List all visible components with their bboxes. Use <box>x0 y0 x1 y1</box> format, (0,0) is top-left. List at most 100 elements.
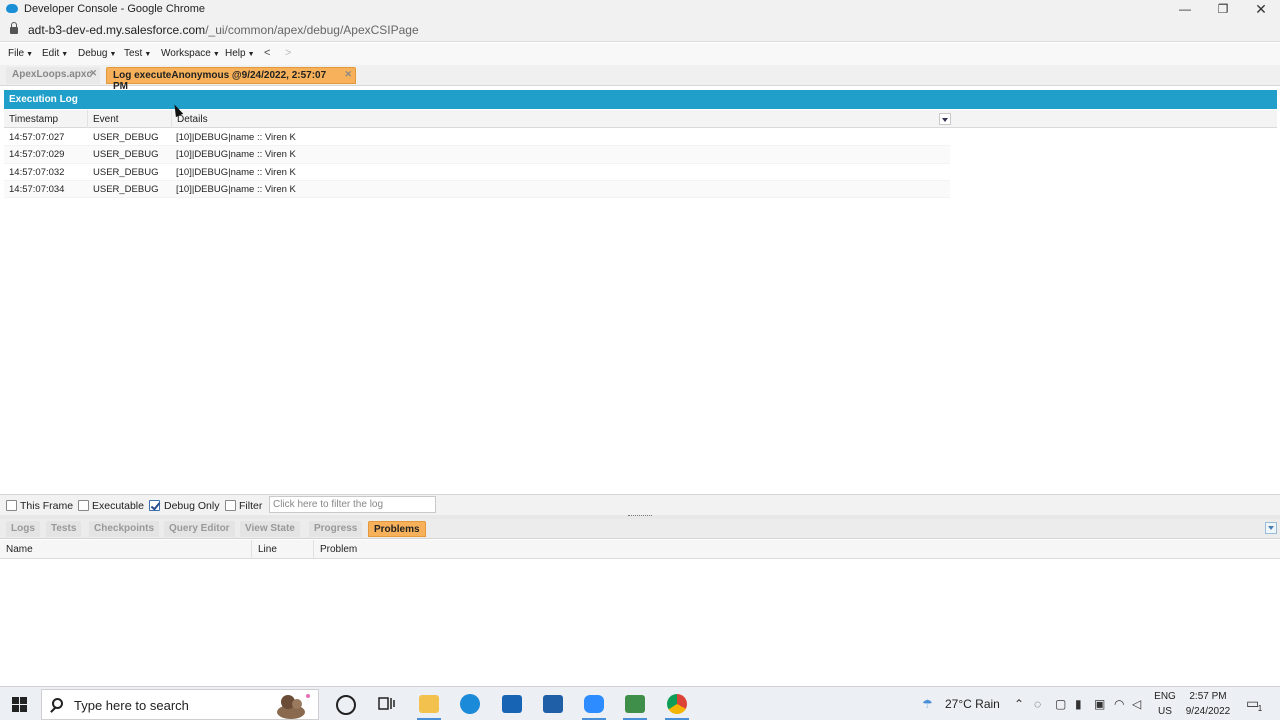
search-highlight-illustration-icon <box>277 694 310 719</box>
task-view-icon[interactable] <box>377 695 397 713</box>
windows-start-icon[interactable] <box>12 697 27 712</box>
menu-test[interactable]: Test ▼ <box>124 48 151 59</box>
menu-workspace[interactable]: Workspace ▼ <box>161 48 220 59</box>
filter-checkbox[interactable] <box>225 500 236 511</box>
table-row[interactable]: 14:57:07:034 USER_DEBUG [10]|DEBUG|name … <box>4 180 950 199</box>
region-indicator[interactable]: US <box>1150 706 1180 717</box>
browser-title-bar: Developer Console - Google Chrome — ❐ ✕ <box>0 0 1280 20</box>
tab-tests[interactable]: Tests <box>46 521 82 537</box>
menu-workspace-label: Workspace <box>161 48 211 59</box>
cell-event: USER_DEBUG <box>93 149 159 161</box>
cell-timestamp: 14:57:07:027 <box>9 132 65 143</box>
menu-debug-label: Debug <box>78 48 108 59</box>
splitter-grip-icon[interactable] <box>628 515 652 518</box>
executable-label: Executable <box>92 500 144 512</box>
collapse-panel-icon[interactable] <box>1265 522 1277 534</box>
cell-timestamp: 14:57:07:034 <box>9 183 65 195</box>
column-event[interactable]: Event <box>88 110 172 128</box>
menu-debug[interactable]: Debug ▼ <box>78 48 116 59</box>
filter-log-input[interactable]: Click here to filter the log <box>269 496 436 513</box>
wifi-icon[interactable]: ◠ <box>1114 697 1124 711</box>
close-window-button[interactable]: ✕ <box>1242 0 1280 20</box>
chevron-down-icon: ▼ <box>26 51 34 58</box>
device-icon[interactable]: ▢ <box>1055 697 1066 711</box>
menu-help[interactable]: Help ▼ <box>225 48 255 59</box>
clock-date[interactable]: 9/24/2022 <box>1180 706 1236 717</box>
tab-logs[interactable]: Logs <box>6 521 40 537</box>
nav-back-button[interactable]: < <box>264 47 270 59</box>
minimize-button[interactable]: — <box>1166 0 1204 20</box>
tab-view-state[interactable]: View State <box>240 521 300 537</box>
chevron-down-icon: ▼ <box>247 51 255 58</box>
cell-timestamp: 14:57:07:032 <box>9 166 65 178</box>
menu-edit[interactable]: Edit ▼ <box>42 48 68 59</box>
edge-icon[interactable] <box>460 694 480 714</box>
zoom-icon[interactable] <box>584 695 604 713</box>
language-indicator[interactable]: ENG <box>1150 691 1180 702</box>
tab-execute-anonymous-log[interactable]: Log executeAnonymous @9/24/2022, 2:57:07… <box>106 67 356 92</box>
column-details[interactable]: Details <box>172 110 952 128</box>
cell-details: [10]|DEBUG|name :: Viren K <box>176 183 296 195</box>
menu-help-label: Help <box>225 48 246 59</box>
chevron-down-icon: ▼ <box>144 51 152 58</box>
column-problem[interactable]: Problem <box>314 540 614 559</box>
debug-only-checkbox[interactable] <box>149 500 160 511</box>
log-rows: 14:57:07:027 USER_DEBUG [10]|DEBUG|name … <box>4 129 950 199</box>
microsoft-store-icon[interactable] <box>543 695 563 713</box>
tab-label: Log executeAnonymous @9/24/2022, 2:57:07… <box>113 70 327 92</box>
column-timestamp[interactable]: Timestamp <box>4 110 88 128</box>
window-title: Developer Console - Google Chrome <box>24 3 205 15</box>
table-row[interactable]: 14:57:07:027 USER_DEBUG [10]|DEBUG|name … <box>4 129 950 147</box>
tab-label: ApexLoops.apxc <box>12 69 93 80</box>
tab-progress[interactable]: Progress <box>309 521 363 537</box>
mail-icon[interactable] <box>502 695 522 713</box>
file-explorer-icon[interactable] <box>419 695 439 713</box>
clock-time[interactable]: 2:57 PM <box>1180 691 1236 702</box>
nav-forward-button[interactable]: > <box>285 47 291 59</box>
url-text[interactable]: adt-b3-dev-ed.my.salesforce.com/_ui/comm… <box>28 23 419 37</box>
network-status-icon[interactable]: ◌ <box>1034 697 1041 711</box>
windows-taskbar: Type here to search ☂ 27°C Rain ⌃ ◌ ▢ ▮ … <box>0 686 1280 720</box>
chevron-down-icon: ▼ <box>109 51 117 58</box>
lock-icon[interactable] <box>10 22 18 35</box>
address-bar[interactable]: adt-b3-dev-ed.my.salesforce.com/_ui/comm… <box>0 20 1280 42</box>
maximize-button[interactable]: ❐ <box>1204 0 1242 20</box>
menu-bar: File ▼ Edit ▼ Debug ▼ Test ▼ Workspace ▼ Help… <box>0 43 1280 65</box>
tab-apexloops[interactable]: ApexLoops.apxc ✕ <box>6 67 100 84</box>
chrome-icon[interactable] <box>667 694 687 714</box>
url-path: /_ui/common/apex/debug/ApexCSIPage <box>205 23 419 37</box>
notification-count: 1 <box>1257 704 1263 713</box>
bottom-panel-tabs: Logs Tests Checkpoints Query Editor View… <box>0 519 1280 539</box>
menu-test-label: Test <box>124 48 143 59</box>
taskbar-search-placeholder: Type here to search <box>74 698 189 713</box>
table-row[interactable]: 14:57:07:029 USER_DEBUG [10]|DEBUG|name … <box>4 146 950 164</box>
close-tab-icon[interactable]: ✕ <box>344 69 352 80</box>
cortana-icon[interactable] <box>336 695 356 715</box>
menu-file[interactable]: File ▼ <box>8 48 33 59</box>
show-hidden-icons-icon[interactable]: ⌃ <box>1014 697 1024 711</box>
this-frame-checkbox[interactable] <box>6 500 17 511</box>
close-tab-icon[interactable]: ✕ <box>89 68 97 79</box>
speaker-icon[interactable]: ◁ <box>1132 697 1141 711</box>
editor-tab-bar: ApexLoops.apxc ✕ Log executeAnonymous @9… <box>0 65 1280 92</box>
executable-checkbox[interactable] <box>78 500 89 511</box>
column-menu-icon[interactable] <box>939 113 951 125</box>
weather-text[interactable]: 27°C Rain <box>945 697 1000 711</box>
log-grid-header: Timestamp Event Details <box>4 110 1277 128</box>
table-row[interactable]: 14:57:07:032 USER_DEBUG [10]|DEBUG|name … <box>4 164 950 181</box>
tab-checkpoints[interactable]: Checkpoints <box>89 521 160 537</box>
column-name[interactable]: Name <box>0 540 252 559</box>
tab-problems[interactable]: Problems <box>368 521 426 537</box>
menu-file-label: File <box>8 48 25 59</box>
column-line[interactable]: Line <box>252 540 314 559</box>
cell-event: USER_DEBUG <box>93 132 159 143</box>
chevron-down-icon: ▼ <box>212 51 220 58</box>
image-editor-icon[interactable] <box>625 695 645 713</box>
tab-query-editor[interactable]: Query Editor <box>164 521 235 537</box>
display-icon[interactable]: ▣ <box>1094 697 1105 711</box>
taskbar-search-box[interactable]: Type here to search <box>41 689 319 720</box>
rain-weather-icon[interactable]: ☂ <box>922 697 933 711</box>
debug-only-label: Debug Only <box>164 500 220 512</box>
microphone-icon[interactable]: ▮ <box>1075 697 1082 711</box>
filter-label: Filter <box>239 500 263 512</box>
